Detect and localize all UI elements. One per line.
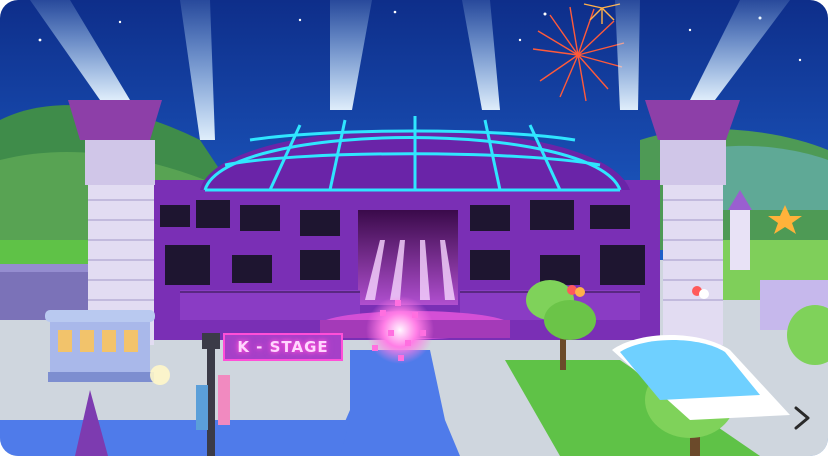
stage-sign-text: K - STAGE [237,338,329,356]
chevron-right-icon[interactable] [788,404,816,432]
confetti-burst [366,296,434,364]
k-stage-scene [0,0,828,456]
game-viewport[interactable]: K - STAGE [0,0,828,456]
